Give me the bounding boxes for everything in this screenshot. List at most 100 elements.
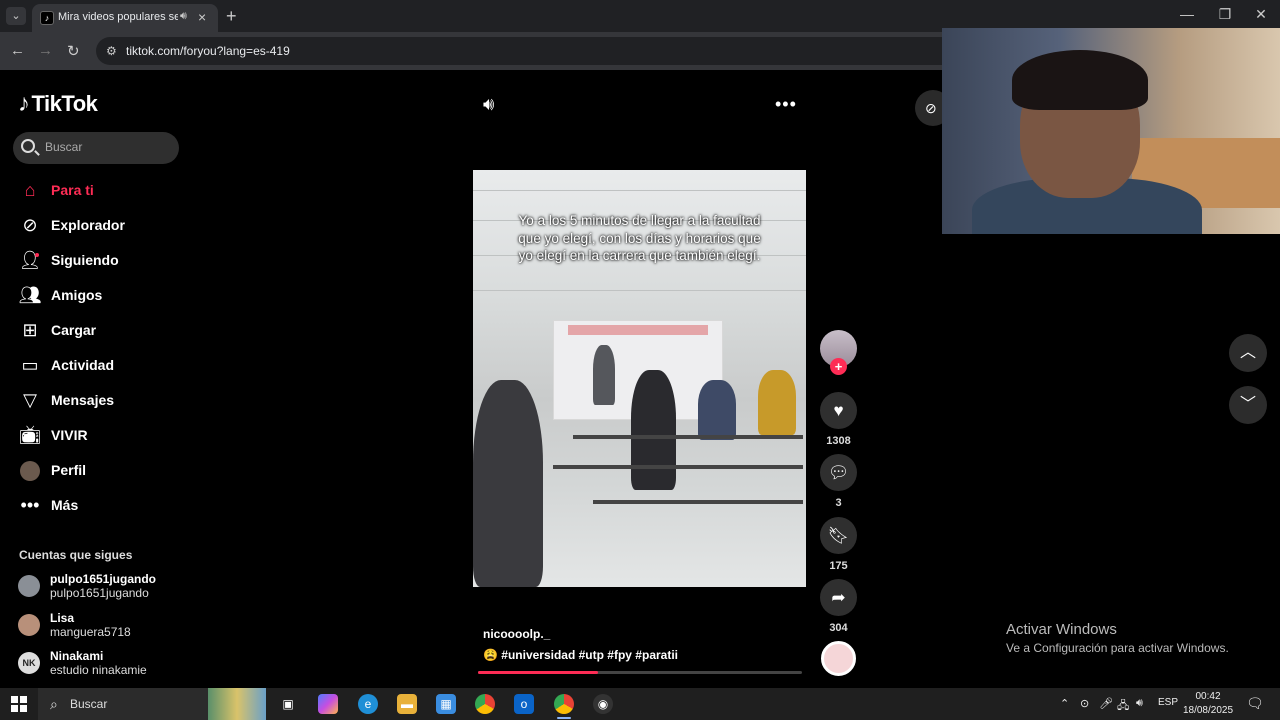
nav-label: VIVIR — [51, 427, 88, 443]
nav-label: Más — [51, 497, 79, 513]
video-progress-fill — [478, 671, 598, 674]
volume-icon[interactable]: 🔊︎ — [483, 94, 494, 115]
language-indicator[interactable]: ESP — [1158, 697, 1178, 708]
home-icon: ⌂ — [24, 179, 36, 200]
video-progress-bar[interactable] — [478, 671, 802, 674]
windows-start-button[interactable] — [11, 696, 27, 712]
compass-icon: ⊘ — [22, 214, 38, 235]
tab-search-button[interactable]: ⌄ — [6, 7, 26, 25]
outlook-icon[interactable]: o — [514, 694, 534, 714]
nav-item-amigos[interactable]: 👥︎ Amigos — [18, 281, 178, 309]
back-button[interactable]: ← — [10, 42, 25, 59]
account-handle: manguera5718 — [50, 625, 131, 639]
more-options-icon[interactable]: ••• — [775, 94, 797, 115]
windows-activation-subtitle: Ve a Configuración para activar Windows. — [1006, 641, 1229, 655]
windows-taskbar: ⌕ Buscar ▣ e ▬ ▦ o ◉ ⌃ ⊙ 🎤︎ 🖧︎ 🔊︎ ESP 00… — [0, 688, 1280, 720]
reload-button[interactable]: ↻ — [67, 42, 80, 60]
messages-icon: ▽ — [23, 389, 37, 410]
active-app-indicator — [557, 717, 571, 719]
account-name: Ninakami — [50, 649, 104, 663]
obs-icon[interactable]: ◉ — [593, 694, 613, 714]
bookmark-icon[interactable]: 🔖︎ — [820, 517, 857, 554]
meet-now-icon[interactable]: ⊙ — [1080, 697, 1089, 710]
profile-avatar — [18, 459, 42, 481]
network-icon[interactable]: 🖧︎ — [1117, 697, 1129, 716]
show-hidden-icons[interactable]: ⌃ — [1060, 697, 1069, 710]
video-author[interactable]: nicoooolp._ — [483, 627, 550, 641]
nav-item-para-ti[interactable]: ⌂ Para ti — [18, 176, 178, 204]
nav-label: Perfil — [51, 462, 87, 478]
webcam-overlay — [942, 28, 1280, 234]
minimize-button[interactable]: — — [1172, 6, 1202, 22]
like-action[interactable]: ♥ 1308 — [820, 392, 857, 447]
logo-text: TikTok — [31, 91, 98, 116]
chrome-icon[interactable] — [475, 694, 495, 714]
speaker-icon[interactable]: 🔊︎ — [180, 10, 187, 23]
avatar — [18, 575, 40, 597]
nav-item-siguiendo[interactable]: 👤︎ Siguiendo — [18, 246, 178, 274]
tiktok-favicon-icon: ♪ — [40, 11, 54, 25]
copilot-icon[interactable] — [318, 694, 338, 714]
account-handle: estudio ninakamie — [50, 663, 147, 677]
following-account[interactable]: NK Ninakami estudio ninakamie — [18, 649, 178, 679]
search-input[interactable] — [45, 140, 165, 154]
nav-label: Siguiendo — [51, 252, 119, 268]
previous-video-button[interactable]: ︿ — [1229, 334, 1267, 372]
chrome-active-icon[interactable] — [554, 694, 574, 714]
notifications-icon[interactable]: 🗨︎ — [1246, 695, 1264, 712]
new-tab-button[interactable]: + — [226, 6, 237, 27]
microphone-icon[interactable]: 🎤︎ — [1099, 697, 1113, 710]
taskbar-search[interactable]: ⌕ Buscar — [38, 688, 266, 720]
account-handle: pulpo1651jugando — [50, 586, 149, 600]
edge-icon[interactable]: e — [358, 694, 378, 714]
avatar: NK — [18, 652, 40, 674]
nav-label: Actividad — [51, 357, 115, 373]
nav-item-mensajes[interactable]: ▽ Mensajes — [18, 386, 178, 414]
music-disc-icon[interactable] — [821, 641, 856, 676]
taskbar-search-label: Buscar — [70, 697, 108, 711]
account-name: pulpo1651jugando — [50, 572, 157, 586]
following-account[interactable]: Lisa manguera5718 — [18, 611, 178, 641]
volume-tray-icon[interactable]: 🔊︎ — [1136, 697, 1143, 710]
url-text[interactable]: tiktok.com/foryou?lang=es-419 — [126, 44, 290, 58]
nav-item-perfil[interactable]: Perfil — [18, 456, 178, 484]
next-video-button[interactable]: ﹀ — [1229, 386, 1267, 424]
search-box[interactable] — [13, 132, 179, 164]
heart-icon[interactable]: ♥ — [820, 392, 857, 429]
nav-item-explorador[interactable]: ⊘ Explorador — [18, 211, 178, 239]
tiktok-logo[interactable]: ♪TikTok — [18, 90, 98, 120]
file-explorer-icon[interactable]: ▬ — [397, 694, 417, 714]
site-settings-icon[interactable]: ⚙︎ — [106, 44, 117, 58]
nav-item-vivir[interactable]: 📺︎ VIVIR — [18, 421, 178, 449]
task-view-icon[interactable]: ▣ — [278, 694, 298, 714]
clock-date: 18/08/2025 — [1182, 705, 1234, 716]
user-follow-icon: 👤︎ — [18, 249, 42, 270]
tab-title: Mira videos populares sele — [58, 11, 178, 23]
save-action[interactable]: 🔖︎ 175 — [820, 517, 857, 572]
video-caption[interactable]: 😩 #universidad #utp #fpy #paratii — [483, 648, 678, 662]
browser-tab[interactable]: ♪ Mira videos populares sele 🔊︎ × — [32, 4, 218, 32]
nav-item-cargar[interactable]: ⊞ Cargar — [18, 316, 178, 344]
comment-icon[interactable]: 💬︎ — [820, 454, 857, 491]
clock-time: 00:42 — [1195, 691, 1221, 702]
share-icon[interactable]: ➦ — [820, 579, 857, 616]
comment-action[interactable]: 💬︎ 3 — [820, 454, 857, 509]
clock[interactable]: 00:42 18/08/2025 — [1182, 690, 1234, 718]
nav-label: Para ti — [51, 182, 94, 198]
nav-item-mas[interactable]: ••• Más — [18, 491, 178, 519]
forward-button[interactable]: → — [38, 42, 53, 59]
following-account[interactable]: pulpo1651jugando pulpo1651jugando — [18, 572, 178, 602]
follow-plus-button[interactable]: + — [830, 358, 847, 375]
store-icon[interactable]: ▦ — [436, 694, 456, 714]
close-window-button[interactable]: ✕ — [1246, 6, 1276, 23]
chevron-down-icon: ﹀ — [1239, 396, 1256, 413]
nav-item-actividad[interactable]: ▭ Actividad — [18, 351, 178, 379]
close-tab-icon[interactable]: × — [198, 9, 206, 25]
activity-icon: ▭ — [21, 354, 39, 375]
share-action[interactable]: ➦ 304 — [820, 579, 857, 634]
search-icon: ⌕ — [50, 696, 58, 712]
address-bar[interactable]: ⚙︎ tiktok.com/foryou?lang=es-419 — [96, 37, 942, 65]
maximize-button[interactable]: ❐ — [1210, 6, 1240, 23]
video-player[interactable]: Yo a los 5 minutos de llegar a la facult… — [473, 170, 806, 587]
search-highlight-image — [208, 688, 266, 720]
